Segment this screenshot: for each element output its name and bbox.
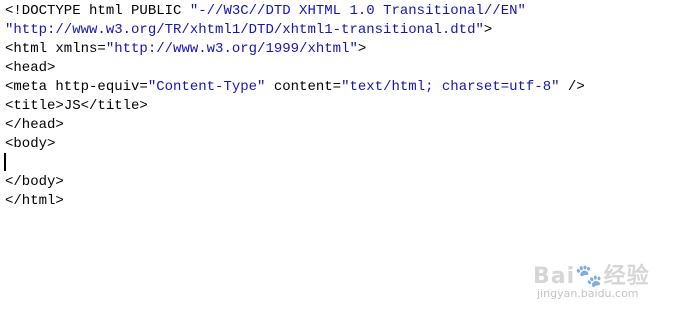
code-tag-token: </title> <box>80 98 148 114</box>
watermark-url: jingyan.baidu.com <box>537 287 639 300</box>
code-tag-token: content= <box>265 79 342 95</box>
code-editor[interactable]: <!DOCTYPE html PUBLIC "-//W3C//DTD XHTML… <box>0 0 696 319</box>
code-string-token: "http://www.w3.org/TR/xhtml1/DTD/xhtml1-… <box>5 22 484 38</box>
code-tag-token: > <box>357 41 367 57</box>
code-line: </head> <box>5 116 585 135</box>
code-line: <html xmlns="http://www.w3.org/1999/xhtm… <box>5 40 585 59</box>
code-tag-token: JS <box>63 98 81 114</box>
code-tag-token: <html xmlns= <box>5 41 106 57</box>
text-cursor <box>4 153 6 171</box>
code-string-token: "-//W3C//DTD XHTML 1.0 Transitional//EN" <box>189 3 526 19</box>
paw-icon: 🐾 <box>575 264 604 289</box>
code-string-token: "http://www.w3.org/1999/xhtml" <box>105 41 358 57</box>
code-tag-token: </html> <box>5 193 64 209</box>
code-tag-token: </head> <box>5 117 64 133</box>
code-line: "http://www.w3.org/TR/xhtml1/DTD/xhtml1-… <box>5 21 585 40</box>
code-line: <meta http-equiv="Content-Type" content=… <box>5 78 585 97</box>
code-string-token: "Content-Type" <box>147 79 266 95</box>
code-string-token: "text/html; charset=utf-8" <box>341 79 560 95</box>
code-text-area[interactable]: <!DOCTYPE html PUBLIC "-//W3C//DTD XHTML… <box>5 2 585 211</box>
code-tag-token: <title> <box>5 98 64 114</box>
code-tag-token: > <box>483 22 493 38</box>
code-tag-token: /> <box>559 79 585 95</box>
code-tag-token: <body> <box>5 136 56 152</box>
code-line: <!DOCTYPE html PUBLIC "-//W3C//DTD XHTML… <box>5 2 585 21</box>
code-tag-token: <meta http-equiv= <box>5 79 148 95</box>
code-line: <title>JS</title> <box>5 97 585 116</box>
code-tag-token: </body> <box>5 174 64 190</box>
code-line: </html> <box>5 192 585 211</box>
code-tag-token: <!DOCTYPE html PUBLIC <box>5 3 190 19</box>
code-line: <head> <box>5 59 585 78</box>
baidu-jingyan-watermark-logo: Bai🐾经验 <box>533 264 650 289</box>
code-line: <body> <box>5 135 585 154</box>
code-tag-token: <head> <box>5 60 56 76</box>
code-line: </body> <box>5 173 585 192</box>
